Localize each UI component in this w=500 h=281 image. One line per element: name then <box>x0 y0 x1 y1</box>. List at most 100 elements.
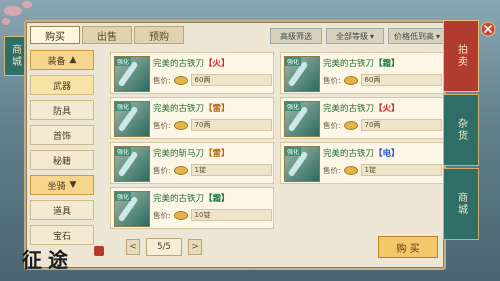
item-card[interactable]: 强化 完美的古铁刀【霜】 售价: 10锭 <box>110 187 274 229</box>
badge: 强化 <box>115 57 132 66</box>
item-name: 完美的古铁刀【霜】 <box>323 57 400 69</box>
blossom-decoration <box>22 1 32 8</box>
next-page-button[interactable]: > <box>188 239 202 255</box>
sort-label: 价格低到高 <box>393 31 434 41</box>
gold-ingot-icon <box>173 210 188 220</box>
price-value: 10锭 <box>190 209 272 221</box>
item-element: 【霜】 <box>204 194 230 204</box>
buy-button[interactable]: 购 买 <box>378 236 438 258</box>
item-card[interactable]: 强化 完美的古铁刀【火】 售价: 60两 <box>110 52 274 94</box>
sword-icon: 强化 <box>284 101 320 137</box>
item-card[interactable]: 强化 完美的斩马刀【雷】 售价: 1锭 <box>110 142 274 184</box>
item-element: 【火】 <box>374 104 400 114</box>
seal-icon <box>94 246 104 256</box>
side-tab-mall[interactable]: 商城 <box>4 36 26 76</box>
sidebar-category-mounts[interactable]: 坐骑 ▼ <box>30 175 94 195</box>
sidebar-item-label: 首饰 <box>52 131 71 142</box>
item-title: 完美的古铁刀 <box>323 149 375 159</box>
item-element: 【雷】 <box>204 149 230 159</box>
tab-preorder[interactable]: 预购 <box>134 26 184 44</box>
item-price: 售价: 1锭 <box>323 164 442 176</box>
close-icon[interactable] <box>479 20 497 38</box>
price-value: 70两 <box>360 119 442 131</box>
item-name: 完美的古铁刀【火】 <box>153 57 230 69</box>
item-element: 【雷】 <box>204 104 230 114</box>
item-card[interactable]: 强化 完美的古铁刀【霜】 售价: 60两 <box>280 52 444 94</box>
sort-dropdown[interactable]: 价格低到高 ▾ <box>388 28 446 44</box>
item-title: 完美的古铁刀 <box>153 104 205 114</box>
gold-ingot-icon <box>173 75 188 85</box>
sidebar-item-jewelry[interactable]: 首饰 <box>30 125 94 145</box>
gold-ingot-icon <box>173 165 188 175</box>
sword-icon: 强化 <box>284 146 320 182</box>
badge: 强化 <box>285 57 302 66</box>
sword-icon: 强化 <box>114 56 150 92</box>
gold-ingot-icon <box>173 120 188 130</box>
badge: 强化 <box>115 147 132 156</box>
right-tabs: 拍卖 杂货 商城 <box>443 20 479 242</box>
item-title: 完美的古铁刀 <box>153 194 205 204</box>
item-price: 售价: 60两 <box>323 74 442 86</box>
item-card[interactable]: 强化 完美的古铁刀【雷】 售价: 70两 <box>110 97 274 139</box>
item-card[interactable]: 强化 完美的古铁刀【电】 售价: 1锭 <box>280 142 444 184</box>
level-filter-dropdown[interactable]: 全部等级 ▾ <box>326 28 384 44</box>
tab-general-store[interactable]: 杂货 <box>443 94 479 166</box>
chevron-down-icon: ▼ <box>69 180 77 190</box>
item-title: 完美的斩马刀 <box>153 149 205 159</box>
badge: 强化 <box>115 192 132 201</box>
price-value: 60两 <box>360 74 442 86</box>
item-title: 完美的古铁刀 <box>323 59 375 69</box>
sidebar-item-label: 秘籍 <box>52 156 71 167</box>
item-price: 售价: 10锭 <box>153 209 272 221</box>
tab-sell[interactable]: 出售 <box>82 26 132 44</box>
price-value: 70两 <box>190 119 272 131</box>
price-label: 售价: <box>153 165 171 175</box>
sword-icon: 强化 <box>114 191 150 227</box>
item-price: 售价: 70两 <box>153 119 272 131</box>
tab-mall[interactable]: 商城 <box>443 168 479 240</box>
item-title: 完美的古铁刀 <box>153 59 205 69</box>
blossom-decoration <box>2 18 10 25</box>
item-card[interactable]: 强化 完美的古铁刀【火】 售价: 70两 <box>280 97 444 139</box>
sword-icon: 强化 <box>114 146 150 182</box>
advanced-filter-button[interactable]: 高级筛选 <box>270 28 322 44</box>
gold-ingot-icon <box>343 165 358 175</box>
sidebar-item-label: 武器 <box>52 81 71 92</box>
price-label: 售价: <box>323 120 341 130</box>
item-name: 完美的古铁刀【火】 <box>323 102 400 114</box>
price-value: 60两 <box>190 74 272 86</box>
item-price: 售价: 1锭 <box>153 164 272 176</box>
sidebar-item-label: 装备 <box>47 56 66 67</box>
price-label: 售价: <box>153 75 171 85</box>
item-name: 完美的古铁刀【雷】 <box>153 102 230 114</box>
item-price: 售价: 70两 <box>323 119 442 131</box>
prev-page-button[interactable]: < <box>126 239 140 255</box>
badge: 强化 <box>115 102 132 111</box>
item-element: 【火】 <box>204 59 230 69</box>
gold-ingot-icon <box>343 75 358 85</box>
price-label: 售价: <box>153 120 171 130</box>
sidebar-item-props[interactable]: 道具 <box>30 200 94 220</box>
price-label: 售价: <box>323 165 341 175</box>
sidebar-item-armor[interactable]: 防具 <box>30 100 94 120</box>
chevron-down-icon: ▾ <box>435 31 440 41</box>
category-sidebar: 装备 ▲ 武器 防具 首饰 秘籍 坐骑 ▼ 道具 宝石 <box>30 50 100 250</box>
filter-bar: 高级筛选 全部等级 ▾ 价格低到高 ▾ <box>270 28 446 44</box>
level-filter-label: 全部等级 <box>335 31 368 41</box>
sword-icon: 强化 <box>114 101 150 137</box>
pagination: < 5/5 > <box>126 238 202 256</box>
sidebar-item-weapons[interactable]: 武器 <box>30 75 94 95</box>
tab-buy[interactable]: 购买 <box>30 26 80 44</box>
gold-ingot-icon <box>343 120 358 130</box>
tab-auction[interactable]: 拍卖 <box>443 20 479 92</box>
badge: 强化 <box>285 102 302 111</box>
item-name: 完美的斩马刀【雷】 <box>153 147 230 159</box>
price-value: 1锭 <box>190 164 272 176</box>
game-logo: 征途 <box>0 224 128 281</box>
badge: 强化 <box>285 147 302 156</box>
sidebar-category-equipment[interactable]: 装备 ▲ <box>30 50 94 70</box>
item-name: 完美的古铁刀【电】 <box>323 147 400 159</box>
price-value: 1锭 <box>360 164 442 176</box>
price-label: 售价: <box>323 75 341 85</box>
sidebar-item-manuals[interactable]: 秘籍 <box>30 150 94 170</box>
